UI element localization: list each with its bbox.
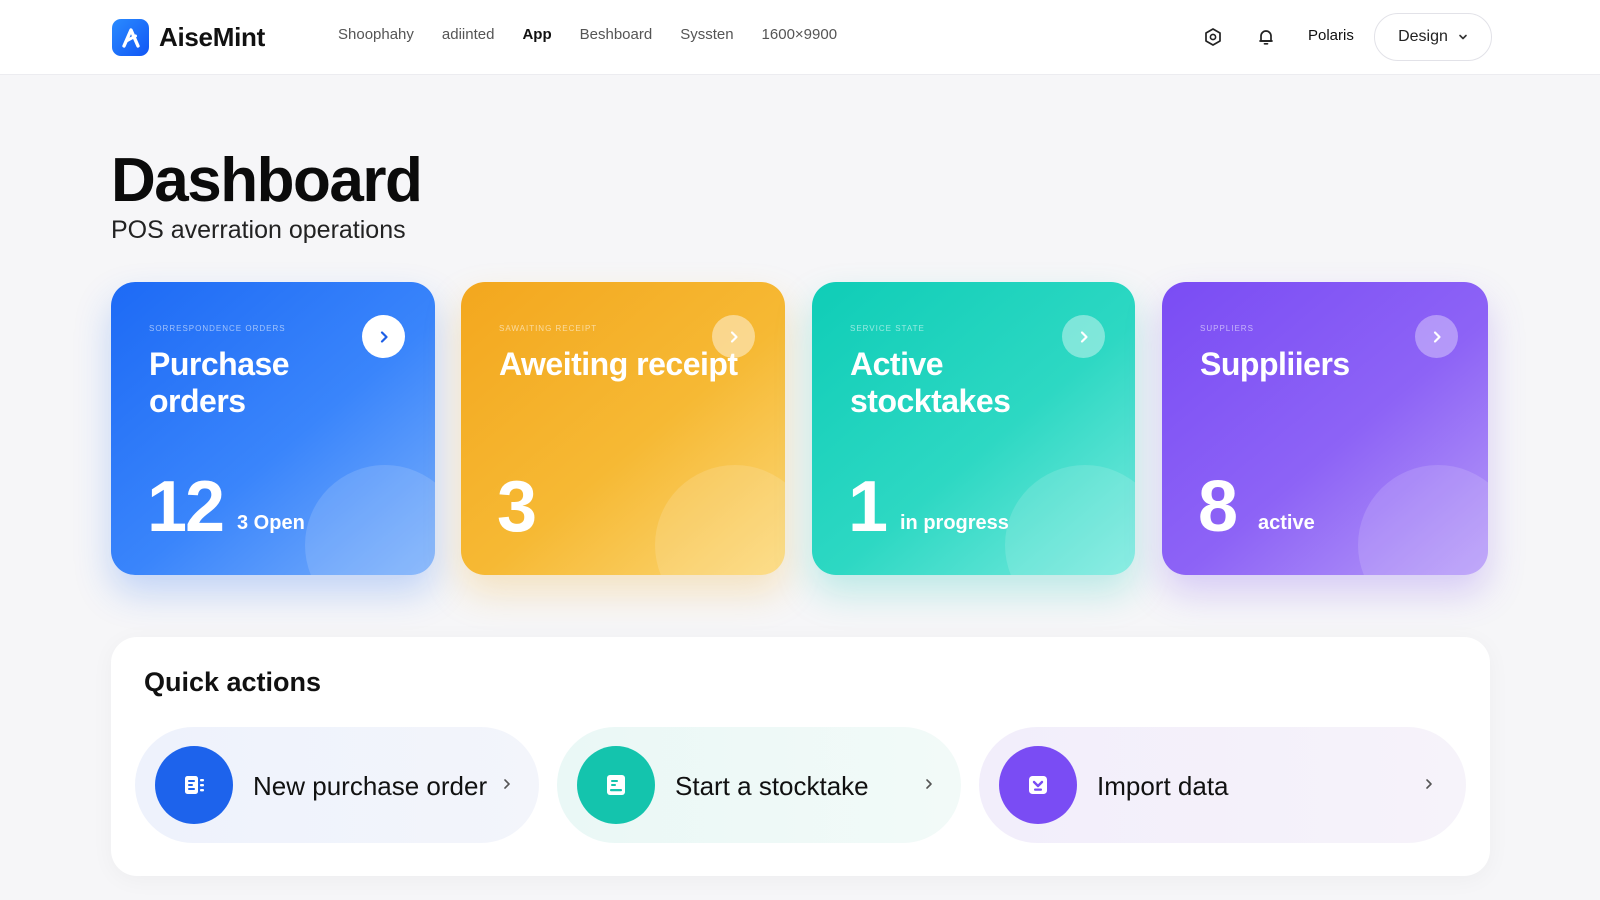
user-name[interactable]: Polaris — [1308, 27, 1354, 44]
nav-item-shoophahy[interactable]: Shoophahy — [338, 26, 414, 43]
chevron-down-icon — [1459, 34, 1467, 40]
card-kicker: SORRESPONDENCE ORDERS — [149, 324, 286, 333]
bell-icon — [1259, 30, 1273, 45]
decorative-circle — [1005, 465, 1135, 575]
nav-item-syssten[interactable]: Syssten — [680, 26, 733, 43]
design-dropdown[interactable]: Design — [1374, 13, 1492, 61]
card-note: active — [1258, 512, 1315, 534]
new-purchase-order-button[interactable]: New purchase order — [135, 727, 539, 843]
action-label: Start a stocktake — [675, 771, 869, 801]
notifications-button[interactable] — [1253, 24, 1279, 50]
settings-button[interactable] — [1200, 24, 1226, 50]
chevron-right-icon — [380, 330, 388, 343]
import-data-button[interactable]: Import data — [979, 727, 1466, 843]
card-value: 3 — [497, 467, 537, 547]
card-kicker: SERVICE STATE — [850, 324, 925, 333]
top-bar: AiseMint Shoophahy adiinted App Beshboar… — [0, 0, 1600, 75]
nav-item-resolution[interactable]: 1600×9900 — [762, 26, 838, 43]
card-title: Active stocktakes — [850, 346, 1011, 419]
stat-card-purchase-orders[interactable]: SORRESPONDENCE ORDERS Purchase orders 12… — [111, 282, 435, 575]
action-label: Import data — [1097, 771, 1229, 801]
card-value: 8 — [1198, 467, 1238, 547]
chevron-right-icon — [1433, 330, 1441, 343]
card-arrow-button[interactable] — [1062, 315, 1105, 358]
card-note: in progress — [900, 512, 1009, 534]
action-label: New purchase order — [253, 771, 488, 801]
top-nav: Shoophahy adiinted App Beshboard Syssten… — [338, 26, 837, 43]
import-icon — [1029, 776, 1047, 794]
card-title: Aweiting receipt — [499, 346, 738, 382]
stocktake-icon-circle — [577, 746, 655, 824]
card-kicker: SAWAITING RECEIPT — [499, 324, 598, 333]
decorative-circle — [305, 465, 435, 575]
chevron-right-icon — [1419, 774, 1439, 794]
import-icon-circle — [999, 746, 1077, 824]
card-value: 1 — [848, 467, 888, 547]
stat-card-awaiting-receipt[interactable]: SAWAITING RECEIPT Aweiting receipt 3 — [461, 282, 785, 575]
decorative-circle — [1358, 465, 1488, 575]
stat-card-active-stocktakes[interactable]: SERVICE STATE Active stocktakes 1 in pro… — [812, 282, 1135, 575]
chevron-right-icon — [919, 774, 939, 794]
card-title: Purchase orders — [149, 346, 290, 419]
card-note: 3 Open — [237, 512, 305, 534]
card-kicker: SUPPLIERS — [1200, 324, 1254, 333]
card-title: Suppliiers — [1200, 346, 1350, 382]
page-subtitle: POS averration operations — [111, 216, 406, 244]
chevron-right-icon — [497, 774, 517, 794]
stocktake-icon — [607, 775, 625, 795]
card-value: 12 — [147, 467, 225, 547]
page-title: Dashboard — [111, 146, 423, 215]
card-arrow-button[interactable] — [712, 315, 755, 358]
purchase-order-icon-circle — [155, 746, 233, 824]
logo-icon — [112, 19, 149, 56]
hexagon-settings-icon — [1205, 28, 1221, 46]
design-label: Design — [1398, 28, 1448, 45]
stat-card-suppliers[interactable]: SUPPLIERS Suppliiers 8 active — [1162, 282, 1488, 575]
decorative-circle — [655, 465, 785, 575]
purchase-order-icon — [185, 776, 204, 794]
start-stocktake-button[interactable]: Start a stocktake — [557, 727, 961, 843]
app-logo[interactable]: AiseMint — [112, 19, 265, 56]
card-arrow-button[interactable] — [362, 315, 405, 358]
app-name: AiseMint — [159, 22, 265, 52]
chevron-right-icon — [1080, 330, 1088, 343]
nav-item-adiinted[interactable]: adiinted — [442, 26, 495, 43]
card-arrow-button[interactable] — [1415, 315, 1458, 358]
quick-actions-panel: Quick actions New purchase order Start a… — [111, 637, 1490, 876]
nav-item-beshboard[interactable]: Beshboard — [580, 26, 653, 43]
quick-actions-title: Quick actions — [144, 667, 322, 697]
chevron-right-icon — [730, 330, 738, 343]
nav-item-app[interactable]: App — [522, 26, 551, 43]
